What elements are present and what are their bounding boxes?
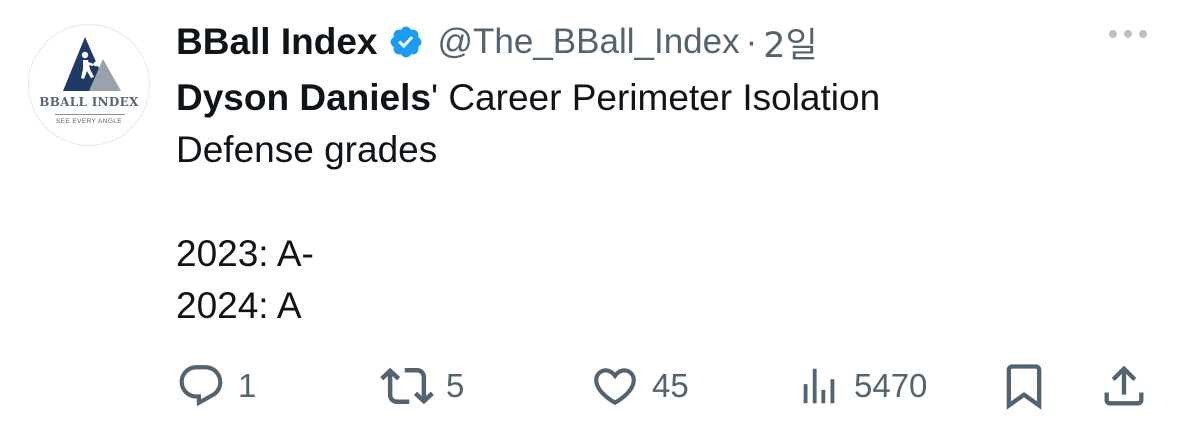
bookmark-icon xyxy=(1006,364,1042,410)
more-dot xyxy=(1124,30,1132,38)
bookmark-button[interactable] xyxy=(998,354,1050,418)
tweet-card[interactable]: BBALL INDEX SEE EVERY ANGLE BBall Index … xyxy=(0,0,1179,435)
more-dot xyxy=(1109,30,1117,38)
timestamp[interactable]: 2일 xyxy=(763,17,817,68)
views-icon xyxy=(803,368,835,404)
tweet-header: BBall Index @The_BBall_Index · 2일 xyxy=(176,14,818,70)
display-name[interactable]: BBall Index xyxy=(176,21,378,63)
views-button[interactable]: 5470 xyxy=(796,354,927,418)
share-button[interactable] xyxy=(1098,354,1150,418)
logo-tagline: SEE EVERY ANGLE xyxy=(55,118,123,125)
player-name: Dyson Daniels xyxy=(176,77,431,118)
avatar[interactable]: BBALL INDEX SEE EVERY ANGLE xyxy=(28,24,150,146)
tweet-text: Dyson Daniels' Career Perimeter Isolatio… xyxy=(176,72,1136,332)
share-icon xyxy=(1104,365,1144,406)
reply-count: 1 xyxy=(238,367,257,404)
tweet-line-grade-2024: 2024: A xyxy=(176,285,302,326)
like-button[interactable]: 45 xyxy=(590,354,689,418)
logo-divider xyxy=(55,114,125,115)
verified-badge-icon[interactable] xyxy=(388,24,424,60)
more-icon[interactable] xyxy=(1109,30,1147,38)
tweet-actions: 1 5 45 5470 xyxy=(0,354,1179,418)
retweet-icon xyxy=(380,367,434,405)
more-dot xyxy=(1139,30,1147,38)
like-icon xyxy=(594,368,636,406)
tweet-line-1-rest: ' Career Perimeter Isolation xyxy=(430,77,881,118)
retweet-count: 5 xyxy=(446,367,465,404)
tweet-line-grade-2023: 2023: A- xyxy=(176,233,314,274)
tweet-line-2: Defense grades xyxy=(176,129,438,170)
separator-dot: · xyxy=(745,22,758,61)
author-handle[interactable]: @The_BBall_Index xyxy=(438,22,740,62)
like-count: 45 xyxy=(652,367,689,404)
reply-icon xyxy=(179,365,223,407)
logo-text: BBALL INDEX xyxy=(39,95,139,109)
retweet-button[interactable]: 5 xyxy=(380,354,464,418)
reply-button[interactable]: 1 xyxy=(176,354,256,418)
views-count: 5470 xyxy=(854,367,928,404)
tweet-line-1: Dyson Daniels' Career Perimeter Isolatio… xyxy=(176,72,1136,124)
bball-index-logo-icon xyxy=(63,37,121,91)
